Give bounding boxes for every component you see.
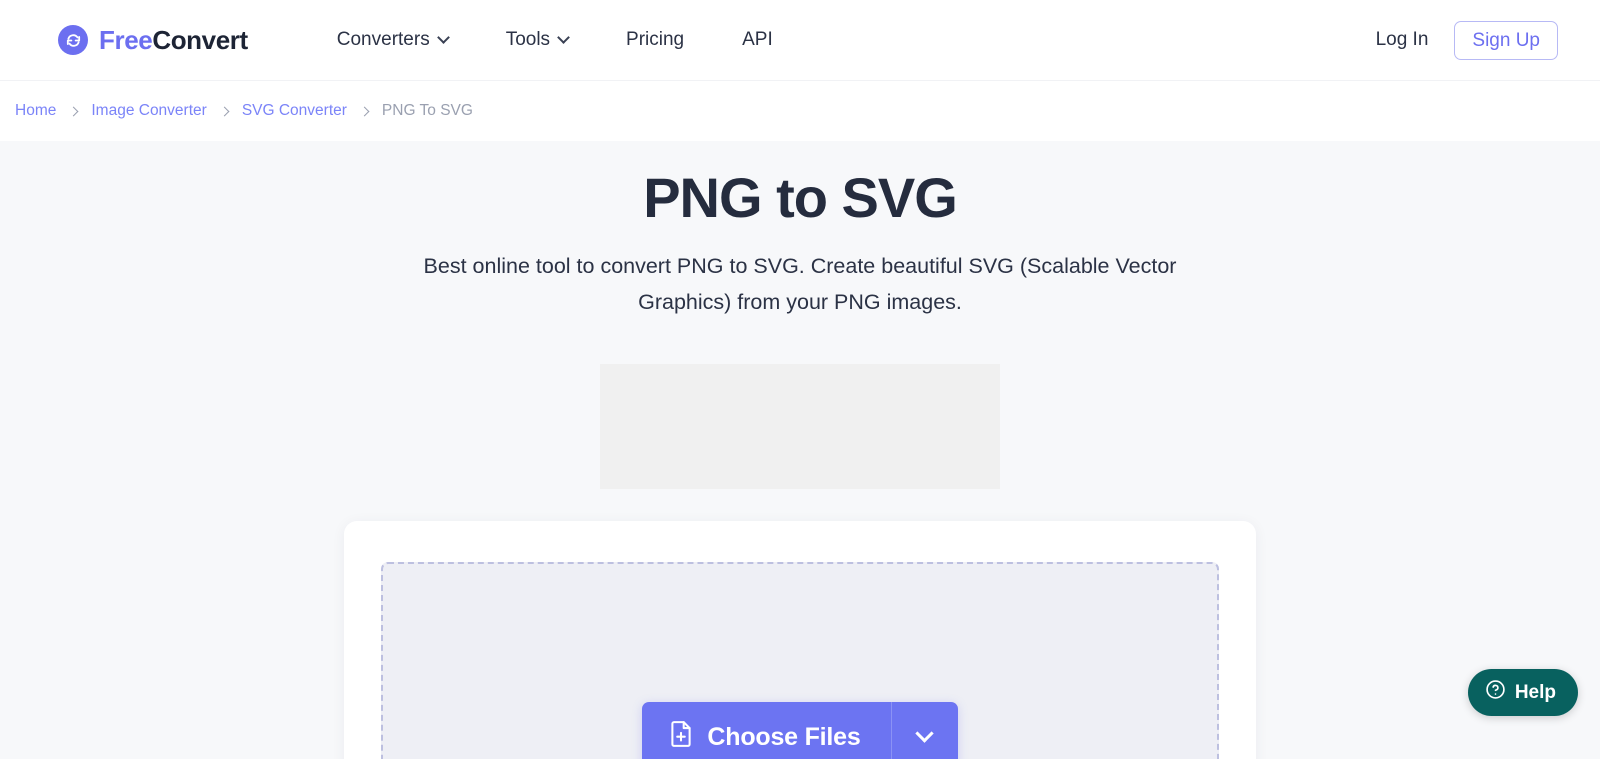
nav-item-label: Tools (505, 29, 551, 50)
brand-logo[interactable]: FreeConvert (58, 25, 248, 56)
nav-item-converters[interactable]: Converters (308, 21, 477, 59)
file-plus-icon (668, 720, 694, 755)
choose-files-dropdown-button[interactable] (890, 702, 958, 759)
brand-name-free: Free (99, 24, 153, 55)
nav-item-tools[interactable]: Tools (477, 21, 597, 59)
brand-name-convert: Convert (152, 24, 248, 55)
chevron-right-icon (359, 106, 370, 116)
file-dropzone[interactable]: Choose Files Or drop files here. Max fil… (381, 561, 1219, 759)
login-link[interactable]: Log In (1376, 29, 1429, 51)
choose-files-group: Choose Files (642, 702, 958, 759)
breadcrumb-item-home[interactable]: Home (15, 102, 56, 120)
nav-item-api[interactable]: API (713, 21, 802, 59)
chevron-right-icon (68, 106, 79, 116)
nav-item-label: Converters (336, 29, 430, 50)
nav-item-label: Pricing (626, 29, 685, 50)
site-header: FreeConvert Converters Tools Pricing API… (0, 0, 1600, 81)
page-subtitle: Best online tool to convert PNG to SVG. … (423, 253, 1177, 314)
breadcrumb: Home Image Converter SVG Converter PNG T… (0, 81, 1600, 141)
sync-circle-icon (58, 25, 88, 55)
question-circle-icon (1485, 679, 1506, 706)
main-nav: Converters Tools Pricing API (308, 21, 802, 59)
page-title: PNG to SVG (643, 166, 958, 229)
chevron-down-icon (915, 724, 934, 744)
chevron-down-icon (436, 30, 450, 44)
brand-name: FreeConvert (99, 25, 248, 56)
choose-files-label: Choose Files (707, 723, 861, 752)
hero-section: PNG to SVG Best online tool to convert P… (0, 141, 1600, 759)
choose-files-button[interactable]: Choose Files (642, 702, 891, 759)
help-label: Help (1514, 681, 1556, 703)
nav-item-pricing[interactable]: Pricing (597, 21, 713, 59)
chevron-right-icon (219, 106, 230, 116)
help-button[interactable]: Help (1467, 669, 1578, 716)
breadcrumb-item-svg-converter[interactable]: SVG Converter (242, 102, 347, 120)
breadcrumb-item-current: PNG To SVG (381, 102, 473, 119)
header-account-actions: Log In Sign Up (1376, 20, 1558, 60)
ad-placeholder (600, 363, 1000, 489)
chevron-down-icon (557, 30, 570, 44)
signup-button[interactable]: Sign Up (1454, 20, 1558, 60)
nav-item-label: API (742, 29, 773, 50)
converter-card: Choose Files Or drop files here. Max fil… (344, 520, 1256, 759)
breadcrumb-item-image-converter[interactable]: Image Converter (91, 102, 206, 120)
